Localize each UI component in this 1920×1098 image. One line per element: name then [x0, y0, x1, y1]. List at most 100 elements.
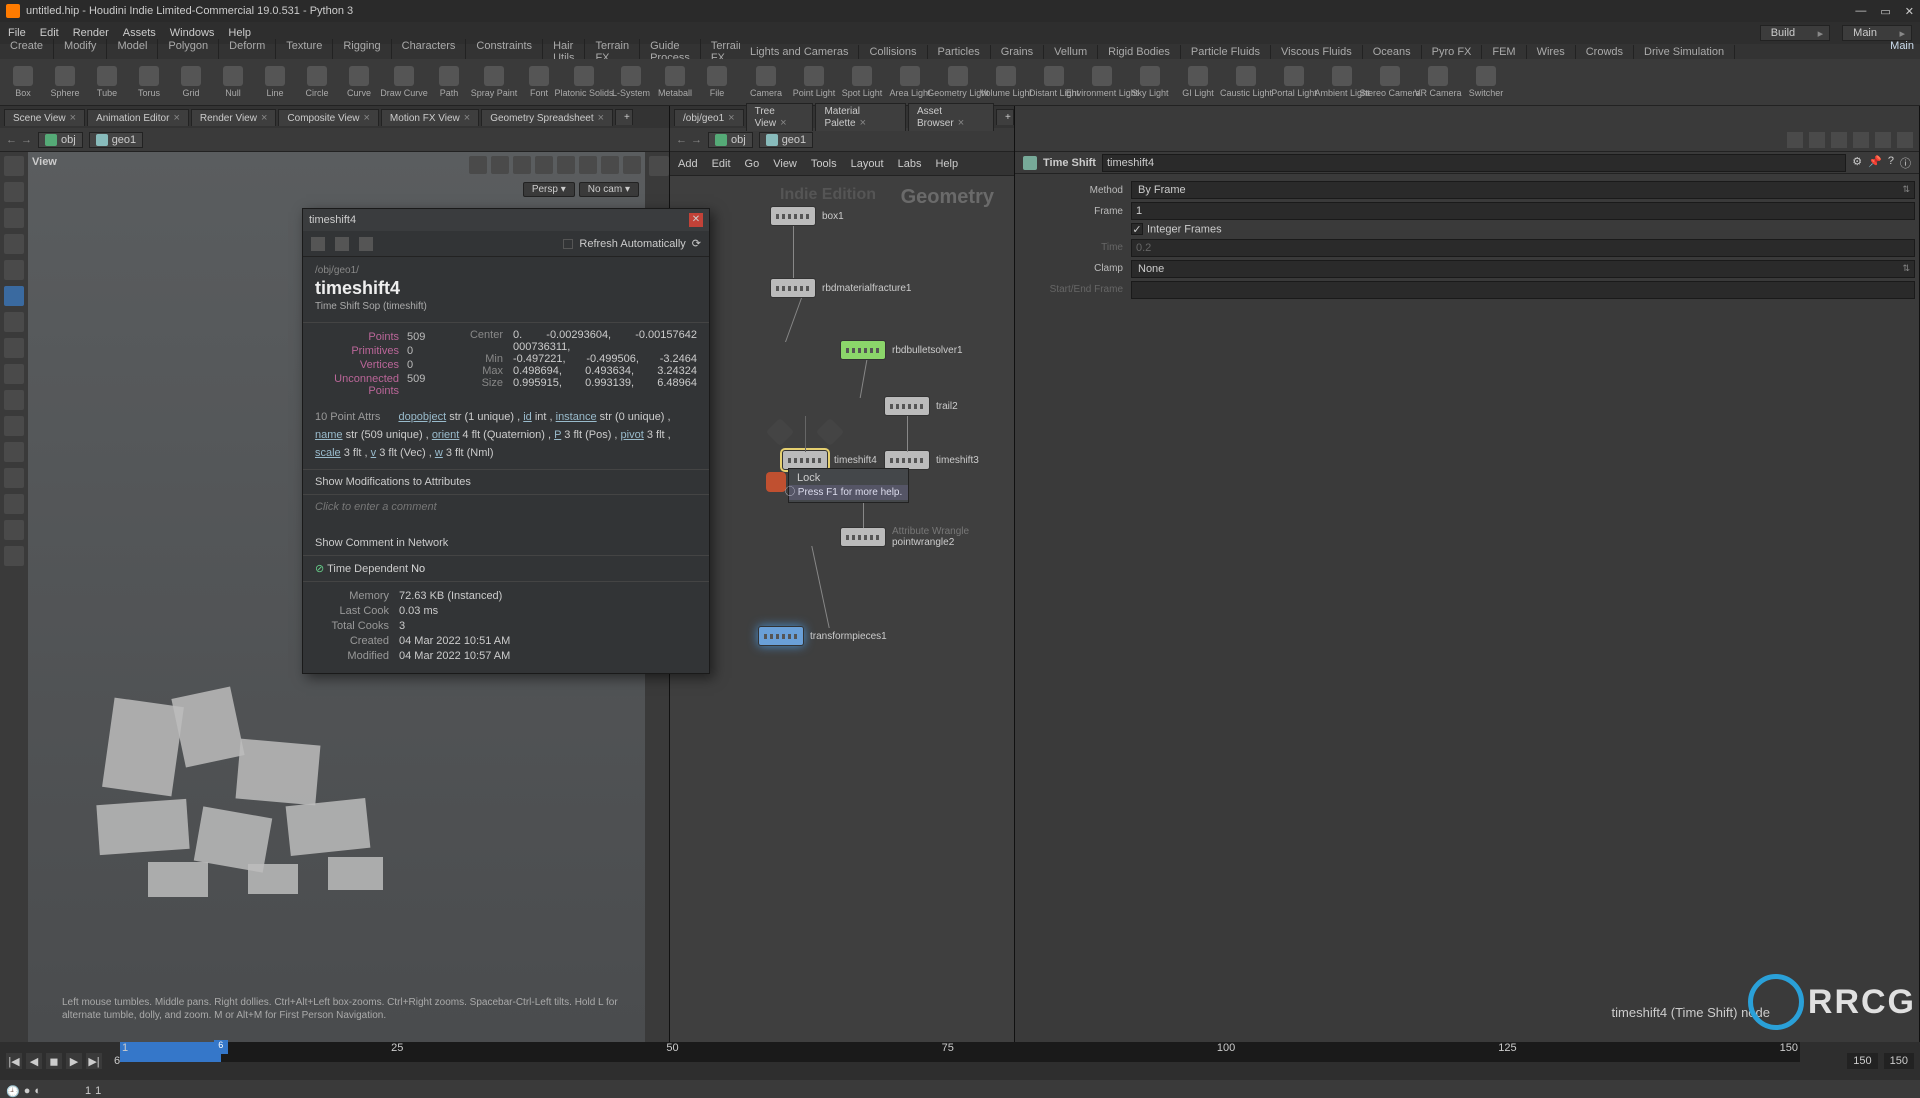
info-icon[interactable]: ⓘ — [1900, 155, 1911, 171]
shelf-tool[interactable]: Sphere — [48, 66, 82, 98]
lock-flag-icon[interactable] — [766, 472, 786, 492]
net-path-geo1[interactable]: geo1 — [759, 132, 813, 148]
info-add-icon[interactable] — [335, 237, 349, 251]
display-opt-icon[interactable] — [649, 156, 669, 176]
vp-opt4-icon[interactable] — [535, 156, 553, 174]
shelf-tab[interactable]: Vellum — [1044, 45, 1098, 59]
net-menu-labs[interactable]: Labs — [898, 158, 922, 170]
first-frame-button[interactable]: |◀ — [6, 1053, 22, 1069]
desktop-selector-main[interactable]: Main — [1842, 25, 1912, 41]
shelf-tool[interactable]: Box — [6, 66, 40, 98]
close-button[interactable]: ✕ — [1905, 5, 1914, 18]
play-back-button[interactable]: ◼ — [46, 1053, 62, 1069]
help-icon[interactable]: ? — [1888, 155, 1894, 171]
timeline[interactable]: 6 125 5075 100125 150 — [120, 1042, 1800, 1062]
shelf-tab[interactable]: Particles — [928, 45, 991, 59]
clamp-select[interactable]: None — [1131, 260, 1915, 278]
vp-opt3-icon[interactable] — [513, 156, 531, 174]
shelf-tool[interactable]: Point Light — [794, 66, 834, 98]
refresh-icon[interactable]: ⟳ — [692, 237, 701, 250]
info-bug-icon[interactable] — [359, 237, 373, 251]
shelf-tool[interactable]: GI Light — [1178, 66, 1218, 98]
shelf-tab[interactable]: Drive Simulation — [1634, 45, 1735, 59]
pane-tab[interactable]: Composite View× — [278, 109, 379, 126]
shelf-tool[interactable]: Curve — [342, 66, 376, 98]
pin-icon[interactable]: 📌 — [1868, 155, 1882, 171]
shelf-tool[interactable]: Font — [522, 66, 556, 98]
rotate-tool-icon[interactable] — [4, 234, 24, 254]
shelf-tab[interactable]: Oceans — [1363, 45, 1422, 59]
snap2-tool-icon[interactable] — [4, 338, 24, 358]
nav-back-icon[interactable]: ← — [6, 134, 17, 146]
node-rbdmaterialfracture1[interactable]: rbdmaterialfracture1 — [770, 278, 911, 298]
desktop-selector-build[interactable]: Build — [1760, 25, 1830, 41]
shelf-tab[interactable]: FEM — [1482, 45, 1526, 59]
range-end-a[interactable]: 150 — [1847, 1053, 1877, 1069]
shelf-tab[interactable]: Lights and Cameras — [740, 45, 859, 59]
shelf-tool[interactable]: Tube — [90, 66, 124, 98]
shelf-tool[interactable]: Draw Curve — [384, 66, 424, 98]
nav-fwd-icon[interactable]: → — [691, 134, 702, 146]
pane-tab[interactable]: Material Palette× — [815, 103, 906, 131]
shelf-tool[interactable]: Platonic Solids — [564, 66, 604, 98]
param-name-input[interactable] — [1102, 154, 1846, 172]
snap-tool-icon[interactable] — [4, 312, 24, 332]
info-close-button[interactable]: ✕ — [689, 213, 703, 227]
shelf-tool[interactable]: Camera — [746, 66, 786, 98]
parm-tool3-icon[interactable] — [1831, 132, 1847, 148]
menu-help[interactable]: Help — [228, 27, 251, 39]
node-transformpieces1[interactable]: transformpieces1 — [758, 626, 887, 646]
maximize-button[interactable]: ▭ — [1880, 5, 1890, 18]
shelf-tab[interactable]: Viscous Fluids — [1271, 45, 1363, 59]
search-icon[interactable] — [1897, 132, 1913, 148]
range-end-b[interactable]: 150 — [1884, 1053, 1914, 1069]
shelf-tab[interactable]: Rigid Bodies — [1098, 45, 1181, 59]
shelf-tool[interactable]: Area Light — [890, 66, 930, 98]
nav-back-icon[interactable]: ← — [676, 134, 687, 146]
net-menu-help[interactable]: Help — [935, 158, 958, 170]
menu-edit[interactable]: Edit — [40, 27, 59, 39]
last-frame-button[interactable]: ▶| — [86, 1053, 102, 1069]
vp-opt2-icon[interactable] — [491, 156, 509, 174]
shelf-tool[interactable]: Stereo Camera — [1370, 66, 1410, 98]
vp-opt7-icon[interactable] — [601, 156, 619, 174]
refresh-checkbox[interactable] — [563, 239, 573, 249]
gear-icon[interactable]: ⚙ — [1852, 155, 1862, 171]
pane-tab[interactable]: /obj/geo1× — [674, 109, 744, 126]
nav-fwd-icon[interactable]: → — [21, 134, 32, 146]
pane-tab[interactable]: Render View× — [191, 109, 277, 126]
shelf-tab[interactable]: Wires — [1527, 45, 1576, 59]
play-fwd-button[interactable]: ▶ — [66, 1053, 82, 1069]
shelf-tool[interactable]: VR Camera — [1418, 66, 1458, 98]
scale-tool-icon[interactable] — [4, 260, 24, 280]
shelf-tool[interactable]: Geometry Light — [938, 66, 978, 98]
shelf-tool[interactable]: Spot Light — [842, 66, 882, 98]
vp-cam-pill[interactable]: No cam ▾ — [579, 182, 639, 197]
node-rbdbulletsolver1[interactable]: rbdbulletsolver1 — [840, 340, 963, 360]
menu-assets[interactable]: Assets — [123, 27, 156, 39]
vp-opt5-icon[interactable] — [557, 156, 575, 174]
magnet-tool-icon[interactable] — [4, 468, 24, 488]
frame-input[interactable] — [1131, 202, 1915, 220]
shelf-tool[interactable]: Null — [216, 66, 250, 98]
snap4-tool-icon[interactable] — [4, 390, 24, 410]
shelf-tool[interactable]: Environment Light — [1082, 66, 1122, 98]
net-menu-edit[interactable]: Edit — [712, 158, 731, 170]
shelf-tab[interactable]: Grains — [991, 45, 1044, 59]
net-menu-layout[interactable]: Layout — [851, 158, 884, 170]
vp-opt8-icon[interactable] — [623, 156, 641, 174]
shelf-tool[interactable]: Sky Light — [1130, 66, 1170, 98]
new-tab-button[interactable]: + — [615, 109, 633, 125]
shelf-tool[interactable]: Path — [432, 66, 466, 98]
handle-tool-icon[interactable] — [4, 182, 24, 202]
net-menu-tools[interactable]: Tools — [811, 158, 837, 170]
select-tool-icon[interactable] — [4, 156, 24, 176]
misc-tool-icon[interactable] — [4, 494, 24, 514]
shelf-tab[interactable]: Collisions — [859, 45, 927, 59]
bypass-flag-icon[interactable] — [816, 418, 844, 446]
shelf-tool[interactable]: Caustic Light — [1226, 66, 1266, 98]
network-editor[interactable]: Geometry Indie Edition box1 rbdmaterialf… — [670, 176, 1014, 1042]
method-select[interactable]: By Frame — [1131, 181, 1915, 199]
parm-tool1-icon[interactable] — [1787, 132, 1803, 148]
node-timeshift3[interactable]: timeshift3 — [884, 450, 979, 470]
